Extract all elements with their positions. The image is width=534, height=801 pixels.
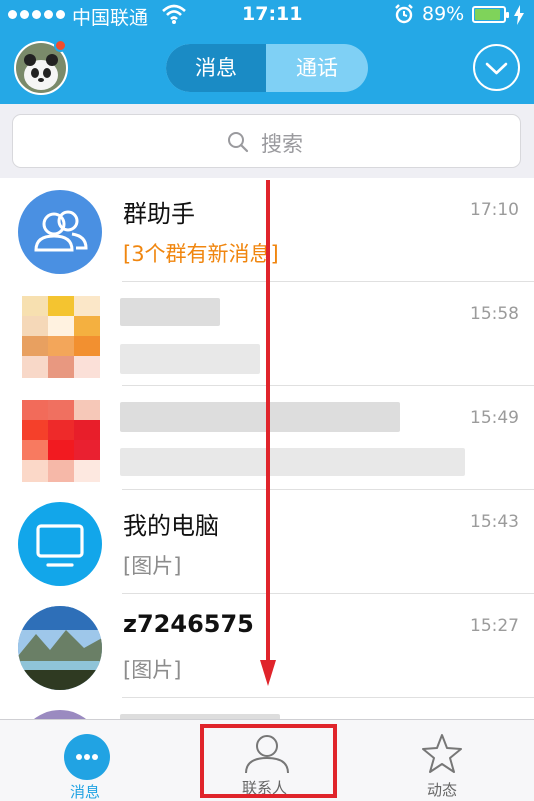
tab-messages-label[interactable]: 消息 [70, 781, 100, 801]
annotation-highlight-box [200, 724, 337, 798]
tab-messages-button[interactable] [64, 734, 110, 780]
annotation-arrow [260, 180, 276, 686]
tab-moments-label[interactable]: 动态 [427, 779, 457, 800]
chat-bubble-icon [76, 754, 98, 760]
star-icon[interactable] [420, 732, 464, 780]
